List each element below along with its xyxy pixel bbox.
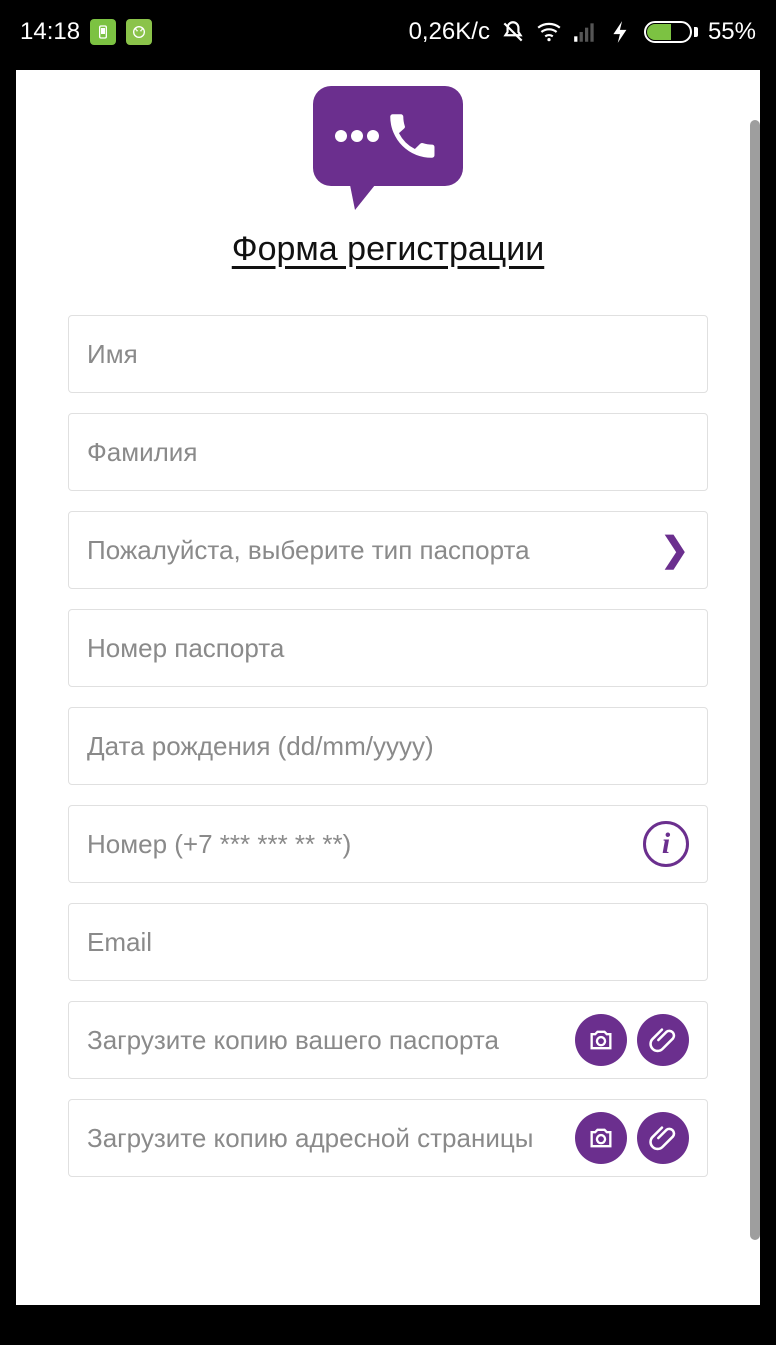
paperclip-icon xyxy=(649,1026,677,1054)
passport-number-placeholder: Номер паспорта xyxy=(87,633,689,664)
last-name-placeholder: Фамилия xyxy=(87,437,689,468)
dob-field[interactable]: Дата рождения (dd/mm/yyyy) xyxy=(68,707,708,785)
charging-icon xyxy=(608,19,634,45)
phone-placeholder: Номер (+7 *** *** ** **) xyxy=(87,829,643,860)
wifi-icon xyxy=(536,19,562,45)
page-title: Форма регистрации xyxy=(68,230,708,269)
camera-button-address[interactable] xyxy=(575,1112,627,1164)
passport-number-field[interactable]: Номер паспорта xyxy=(68,609,708,687)
email-field[interactable]: Email xyxy=(68,903,708,981)
first-name-field[interactable]: Имя xyxy=(68,315,708,393)
passport-type-select[interactable]: Пожалуйста, выберите тип паспорта ❯ xyxy=(68,511,708,589)
attach-button-passport[interactable] xyxy=(637,1014,689,1066)
phone-icon xyxy=(383,107,441,165)
paperclip-icon xyxy=(649,1124,677,1152)
status-bar: 14:18 0,26K/c 55% xyxy=(0,0,776,64)
network-speed: 0,26K/c xyxy=(409,18,490,46)
app-logo xyxy=(68,80,708,186)
camera-icon xyxy=(587,1026,615,1054)
last-name-field[interactable]: Фамилия xyxy=(68,413,708,491)
status-left: 14:18 xyxy=(20,18,152,46)
info-icon[interactable]: i xyxy=(643,821,689,867)
signal-icon xyxy=(572,19,598,45)
camera-icon xyxy=(587,1124,615,1152)
email-placeholder: Email xyxy=(87,927,689,958)
phone-field[interactable]: Номер (+7 *** *** ** **) i xyxy=(68,805,708,883)
first-name-placeholder: Имя xyxy=(87,339,689,370)
upload-passport-field: Загрузите копию вашего паспорта xyxy=(68,1001,708,1079)
battery-icon xyxy=(644,21,698,43)
chevron-right-icon: ❯ xyxy=(661,530,690,570)
content: Форма регистрации Имя Фамилия Пожалуйста… xyxy=(16,70,760,1177)
status-time: 14:18 xyxy=(20,18,80,46)
passport-type-placeholder: Пожалуйста, выберите тип паспорта xyxy=(87,535,661,566)
upload-passport-label: Загрузите копию вашего паспорта xyxy=(87,1025,565,1056)
app-screen: Форма регистрации Имя Фамилия Пожалуйста… xyxy=(16,70,760,1305)
upload-address-label: Загрузите копию адресной страницы xyxy=(87,1123,565,1154)
camera-button-passport[interactable] xyxy=(575,1014,627,1066)
attach-button-address[interactable] xyxy=(637,1112,689,1164)
notification-icon-1 xyxy=(90,19,116,45)
battery-percent: 55% xyxy=(708,18,756,46)
upload-address-field: Загрузите копию адресной страницы xyxy=(68,1099,708,1177)
status-right: 0,26K/c 55% xyxy=(409,18,756,46)
dob-placeholder: Дата рождения (dd/mm/yyyy) xyxy=(87,731,689,762)
registration-form: Имя Фамилия Пожалуйста, выберите тип пас… xyxy=(68,315,708,1177)
device-frame: 14:18 0,26K/c 55% xyxy=(0,0,776,1345)
scrollbar[interactable] xyxy=(750,120,760,1240)
mute-icon xyxy=(500,19,526,45)
notification-icon-2 xyxy=(126,19,152,45)
